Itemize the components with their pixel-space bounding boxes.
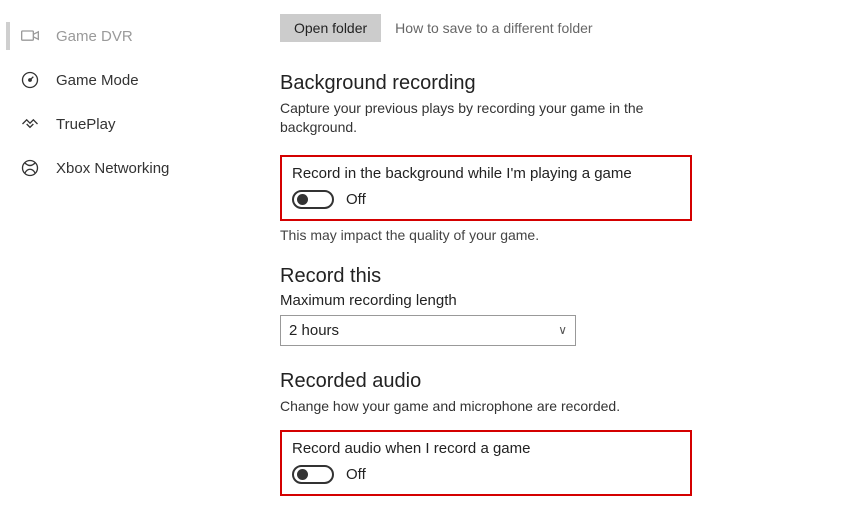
dvr-icon	[20, 26, 40, 46]
record-audio-highlight: Record audio when I record a game Off	[280, 430, 692, 496]
max-length-value: 2 hours	[289, 322, 339, 339]
sidebar-item-label: Game Mode	[56, 72, 139, 89]
sidebar-item-game-dvr[interactable]: Game DVR	[14, 14, 270, 58]
max-length-select[interactable]: 2 hours ∨	[280, 315, 576, 346]
chevron-down-icon: ∨	[558, 323, 567, 337]
settings-sidebar: Game DVR Game Mode TruePlay	[0, 0, 270, 505]
background-record-toggle-label: Record in the background while I'm playi…	[292, 165, 680, 182]
max-length-label: Maximum recording length	[280, 292, 840, 309]
record-audio-toggle-state: Off	[346, 466, 366, 483]
sidebar-item-label: Game DVR	[56, 28, 133, 45]
sidebar-item-game-mode[interactable]: Game Mode	[14, 58, 270, 102]
toggle-knob	[297, 194, 308, 205]
record-audio-toggle[interactable]	[292, 465, 334, 484]
save-location-link[interactable]: How to save to a different folder	[395, 20, 592, 36]
recorded-audio-heading: Recorded audio	[280, 370, 840, 393]
background-record-highlight: Record in the background while I'm playi…	[280, 155, 692, 221]
background-record-toggle-state: Off	[346, 191, 366, 208]
background-recording-desc: Capture your previous plays by recording…	[280, 99, 700, 137]
sidebar-item-xbox-networking[interactable]: Xbox Networking	[14, 146, 270, 190]
sidebar-item-trueplay[interactable]: TruePlay	[14, 102, 270, 146]
record-this-heading: Record this	[280, 265, 840, 288]
background-record-toggle[interactable]	[292, 190, 334, 209]
handshake-icon	[20, 114, 40, 134]
speedometer-icon	[20, 70, 40, 90]
settings-content: Open folder How to save to a different f…	[270, 0, 850, 505]
xbox-icon	[20, 158, 40, 178]
sidebar-item-label: Xbox Networking	[56, 160, 169, 177]
toggle-knob	[297, 469, 308, 480]
record-audio-toggle-label: Record audio when I record a game	[292, 440, 680, 457]
background-recording-heading: Background recording	[280, 72, 840, 95]
recorded-audio-desc: Change how your game and microphone are …	[280, 397, 700, 416]
open-folder-button[interactable]: Open folder	[280, 14, 381, 42]
sidebar-item-label: TruePlay	[56, 116, 115, 133]
background-record-note: This may impact the quality of your game…	[280, 227, 840, 243]
